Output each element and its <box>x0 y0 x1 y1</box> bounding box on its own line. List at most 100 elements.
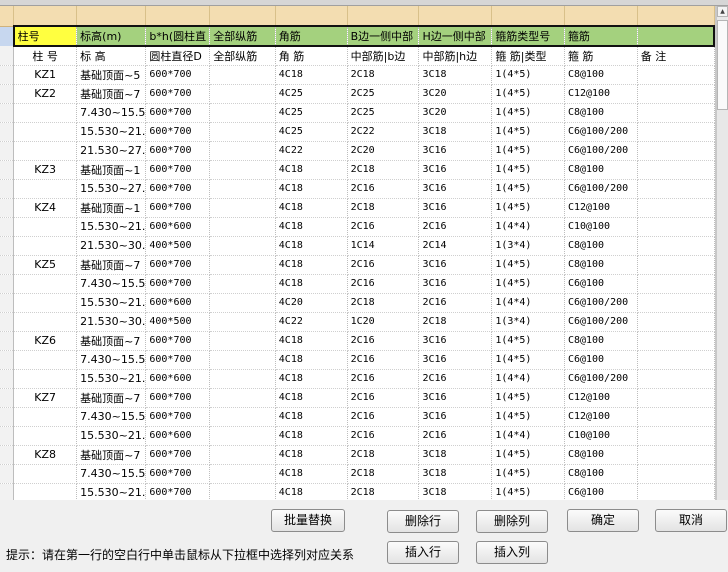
mapping-cell-b-side[interactable]: B边一侧中部 <box>347 25 420 47</box>
table-cell[interactable]: 600*700 <box>145 274 211 294</box>
table-cell[interactable]: 4C18 <box>275 217 348 237</box>
table-cell[interactable] <box>637 236 715 256</box>
table-cell[interactable]: 1(4*5) <box>491 445 565 465</box>
batch-replace-button[interactable]: 批量替换 <box>271 509 345 532</box>
table-row[interactable]: 21.530~30. 400*500 4C22 1C20 2C18 1(3*4) C6@10… <box>0 312 715 332</box>
table-cell[interactable]: 3C16 <box>418 274 493 294</box>
table-cell[interactable]: C6@100/200 <box>564 122 638 142</box>
table-cell[interactable]: 1(4*5) <box>491 407 565 427</box>
row-header-cell[interactable] <box>0 160 15 180</box>
table-cell[interactable]: 1(4*5) <box>491 331 565 351</box>
row-header-cell[interactable] <box>0 312 15 332</box>
table-cell[interactable]: 600*700 <box>145 464 211 484</box>
table-cell[interactable]: 600*700 <box>145 388 211 408</box>
table-cell[interactable] <box>13 236 78 256</box>
table-row[interactable]: 7.430~15.5 600*700 4C18 2C16 3C16 1(4*5) C12@1… <box>0 407 715 427</box>
table-cell[interactable]: 4C18 <box>275 369 348 389</box>
table-cell[interactable]: 21.530~30. <box>76 236 147 256</box>
table-cell[interactable]: C12@100 <box>564 198 638 218</box>
table-cell[interactable]: C6@100 <box>564 483 638 500</box>
table-row[interactable]: 15.530~21. 600*600 4C20 2C18 2C16 1(4*4) C6@10… <box>0 293 715 313</box>
table-cell[interactable]: 4C18 <box>275 274 348 294</box>
table-cell[interactable]: 21.530~30. <box>76 312 147 332</box>
table-cell[interactable] <box>637 464 715 484</box>
table-cell[interactable]: 2C16 <box>347 426 420 446</box>
table-cell[interactable]: 4C18 <box>275 407 348 427</box>
table-cell[interactable]: 1(4*5) <box>491 122 565 142</box>
column-header-cell[interactable] <box>209 6 276 27</box>
table-cell[interactable]: 4C25 <box>275 122 348 142</box>
table-cell[interactable] <box>13 369 78 389</box>
table-cell[interactable]: 2C18 <box>347 464 420 484</box>
table-cell[interactable] <box>637 407 715 427</box>
table-cell[interactable]: 2C16 <box>347 350 420 370</box>
mapping-cell-column[interactable]: 柱号 <box>12 25 78 47</box>
row-header-cell[interactable] <box>0 274 15 294</box>
table-cell[interactable] <box>637 369 715 389</box>
row-header-cell[interactable] <box>0 26 15 46</box>
table-cell[interactable]: 7.430~15.5 <box>76 464 147 484</box>
table-cell[interactable]: 7.430~15.5 <box>76 103 147 123</box>
table-cell[interactable]: 1(4*5) <box>491 350 565 370</box>
column-header-cell[interactable] <box>491 6 565 27</box>
row-header-cell[interactable] <box>0 236 15 256</box>
table-cell[interactable]: 2C16 <box>347 274 420 294</box>
scrollbar-thumb[interactable] <box>717 20 728 110</box>
table-cell[interactable] <box>637 217 715 237</box>
row-header-cell[interactable] <box>0 369 15 389</box>
table-cell[interactable]: 3C18 <box>418 464 493 484</box>
table-row[interactable]: KZ2 基础顶面~7 600*700 4C25 2C25 3C20 1(4*5) C12@10… <box>0 84 715 104</box>
table-cell[interactable]: 基础顶面~7 <box>76 445 147 465</box>
column-header-cell[interactable] <box>13 6 78 27</box>
table-cell[interactable]: KZ8 <box>13 445 78 465</box>
table-cell[interactable]: 600*700 <box>145 198 211 218</box>
table-cell[interactable] <box>209 217 276 237</box>
table-cell[interactable]: 600*700 <box>145 445 211 465</box>
table-cell[interactable]: 3C20 <box>418 103 493 123</box>
row-header-cell[interactable] <box>0 407 15 427</box>
table-cell[interactable]: 1(4*5) <box>491 464 565 484</box>
table-cell[interactable]: C8@100 <box>564 160 638 180</box>
table-cell[interactable]: C6@100/200 <box>564 293 638 313</box>
table-row[interactable]: 21.530~30. 400*500 4C18 1C14 2C14 1(3*4) C8@10… <box>0 236 715 256</box>
table-cell[interactable] <box>209 198 276 218</box>
column-header-cell[interactable] <box>275 6 348 27</box>
table-cell[interactable]: 1(4*4) <box>491 217 565 237</box>
row-header-cell[interactable] <box>0 293 15 313</box>
table-cell[interactable] <box>209 141 276 161</box>
table-row[interactable]: KZ6 基础顶面~7 600*700 4C18 2C16 3C16 1(4*5) C8@100 <box>0 331 715 351</box>
table-cell[interactable]: 4C25 <box>275 103 348 123</box>
table-cell[interactable]: KZ3 <box>13 160 78 180</box>
table-cell[interactable]: 2C16 <box>347 217 420 237</box>
row-header-cell[interactable] <box>0 84 15 104</box>
table-row[interactable]: 15.530~27. 600*700 4C18 2C16 3C16 1(4*5) C6@10… <box>0 179 715 199</box>
table-cell[interactable] <box>209 464 276 484</box>
table-cell[interactable]: KZ1 <box>13 65 78 85</box>
table-cell[interactable] <box>637 160 715 180</box>
label-cell[interactable]: 柱 号 <box>13 46 78 66</box>
table-cell[interactable]: 15.530~21. <box>76 369 147 389</box>
table-cell[interactable]: 4C18 <box>275 236 348 256</box>
label-cell[interactable]: 角 筋 <box>275 46 348 66</box>
table-row[interactable]: KZ3 基础顶面~1 600*700 4C18 2C18 3C16 1(4*5) C8@100 <box>0 160 715 180</box>
table-cell[interactable]: 1C14 <box>347 236 420 256</box>
table-cell[interactable]: 4C18 <box>275 65 348 85</box>
table-cell[interactable] <box>637 65 715 85</box>
table-cell[interactable] <box>637 293 715 313</box>
table-cell[interactable]: 2C25 <box>347 84 420 104</box>
table-cell[interactable]: 15.530~21. <box>76 426 147 446</box>
table-cell[interactable] <box>637 141 715 161</box>
table-cell[interactable] <box>209 293 276 313</box>
label-cell[interactable]: 箍 筋|类型 <box>491 46 565 66</box>
table-cell[interactable]: 600*700 <box>145 84 211 104</box>
table-cell[interactable]: 4C18 <box>275 388 348 408</box>
table-cell[interactable]: 1(4*5) <box>491 84 565 104</box>
table-row[interactable]: KZ1 基础顶面~5 600*700 4C18 2C18 3C18 1(4*5) C8@100 <box>0 65 715 85</box>
table-cell[interactable] <box>209 312 276 332</box>
row-header-cell[interactable] <box>0 464 15 484</box>
table-cell[interactable] <box>13 426 78 446</box>
table-cell[interactable]: KZ6 <box>13 331 78 351</box>
table-cell[interactable]: 3C16 <box>418 331 493 351</box>
table-row[interactable]: 7.430~15.5 600*700 4C18 2C16 3C16 1(4*5) C6@10… <box>0 350 715 370</box>
column-header-cell[interactable] <box>637 6 715 27</box>
